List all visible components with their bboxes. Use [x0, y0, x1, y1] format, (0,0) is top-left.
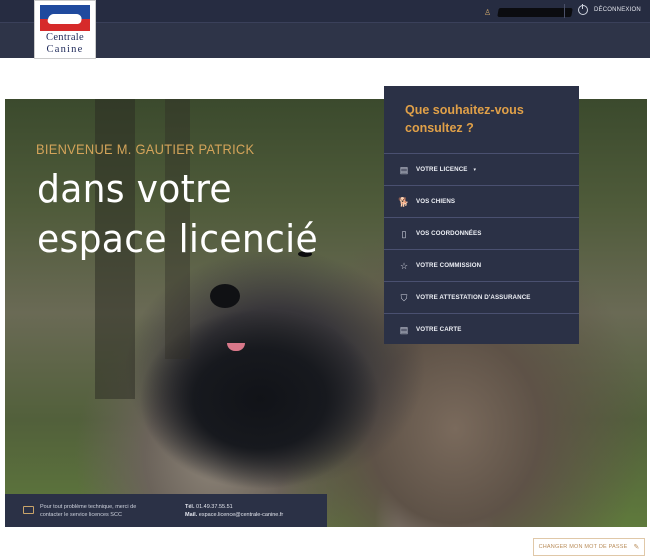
pencil-icon: ✎: [633, 544, 640, 551]
welcome-text: BIENVENUE M. GAUTIER PATRICK: [36, 141, 255, 157]
dog-nose: [210, 284, 240, 308]
menu-item-label: VOTRE CARTE: [416, 326, 462, 333]
tel-value[interactable]: 01.49.37.55.51: [196, 504, 233, 510]
menu-item-chiens[interactable]: 🐕 VOS CHIENS: [384, 185, 579, 217]
menu-item-label: VOTRE LICENCE: [416, 166, 468, 173]
centrale-canine-logo[interactable]: Centrale Canine: [34, 0, 96, 59]
card-icon: ▤: [399, 164, 409, 175]
divider: [564, 4, 565, 18]
logout-button[interactable]: DÉCONNEXION: [578, 4, 641, 15]
menu-item-assurance[interactable]: ⛉ VOTRE ATTESTATION D'ASSURANCE: [384, 281, 579, 313]
menu-item-commission[interactable]: ☆ VOTRE COMMISSION: [384, 249, 579, 281]
chat-icon: [23, 506, 34, 514]
top-bar: ♙ DÉCONNEXION: [0, 0, 650, 22]
support-text: Pour tout problème technique, merci de c…: [40, 504, 137, 518]
change-password-button[interactable]: CHANGER MON MOT DE PASSE ✎: [533, 538, 645, 556]
logo-flag-icon: [40, 5, 90, 31]
nav-band: [0, 22, 650, 58]
redacted-username: [497, 7, 573, 17]
tel-label: Tél.: [185, 504, 195, 510]
change-password-label: CHANGER MON MOT DE PASSE: [538, 544, 628, 550]
support-info-bar: Pour tout problème technique, merci de c…: [5, 494, 327, 527]
user-account[interactable]: ♙: [484, 5, 573, 19]
hero-headline: dans votre espace licencié: [37, 167, 318, 261]
chevron-down-icon: ▾: [473, 166, 477, 173]
menu-item-licence[interactable]: ▤ VOTRE LICENCE ▾: [384, 153, 579, 185]
dog-icon: 🐕: [398, 196, 410, 207]
shield-icon: ⛉: [400, 292, 408, 303]
menu-item-carte[interactable]: ▤ VOTRE CARTE: [384, 313, 579, 345]
id-card-icon: ▤: [399, 324, 409, 335]
user-icon: ♙: [484, 7, 492, 17]
menu-question: Que souhaitez-vous consultez ?: [405, 103, 524, 135]
mail-value[interactable]: espace.licence@centrale-canine.fr: [199, 512, 283, 518]
dog-tongue: [227, 343, 245, 351]
menu-item-label: VOS CHIENS: [416, 198, 456, 205]
menu-list: ▤ VOTRE LICENCE ▾ 🐕 VOS CHIENS ▯ VOS COO…: [384, 153, 579, 345]
logo-text-line1: Centrale: [46, 32, 84, 43]
menu-item-coordonnees[interactable]: ▯ VOS COORDONNÉES: [384, 217, 579, 249]
power-icon: [578, 4, 588, 15]
document-icon: ▯: [401, 228, 407, 239]
menu-item-label: VOTRE COMMISSION: [416, 262, 482, 269]
quick-menu: Que souhaitez-vous consultez ? ▤ VOTRE L…: [384, 86, 579, 344]
logo-text-line2: Canine: [46, 44, 84, 55]
menu-item-label: VOS COORDONNÉES: [416, 230, 482, 237]
star-icon: ☆: [399, 260, 409, 271]
menu-item-label: VOTRE ATTESTATION D'ASSURANCE: [416, 294, 531, 301]
logout-label: DÉCONNEXION: [594, 7, 641, 13]
mail-label: Mail.: [185, 512, 198, 518]
support-contacts: Tél. 01.49.37.55.51 Mail. espace.licence…: [185, 503, 283, 519]
